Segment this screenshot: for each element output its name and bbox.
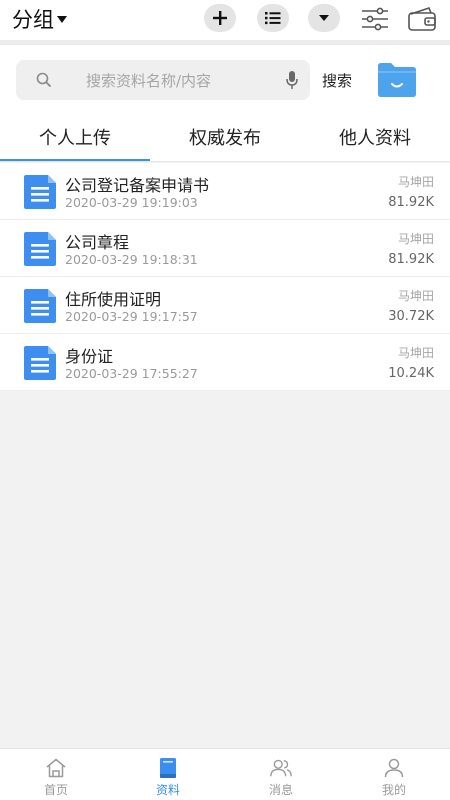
search-button[interactable]: 搜索 (322, 70, 352, 91)
tab-official-release[interactable]: 权威发布 (150, 117, 300, 161)
file-name: 公司登记备案申请书 (65, 176, 210, 195)
caret-down-icon (319, 15, 329, 21)
nav-label: 首页 (43, 783, 68, 797)
microphone-icon[interactable] (286, 70, 298, 90)
active-tab-indicator (0, 159, 150, 161)
sort-dropdown-button[interactable] (308, 4, 340, 32)
file-size: 81.92K (388, 195, 434, 210)
group-label: 分组 (12, 8, 54, 32)
filter-button[interactable] (359, 4, 391, 34)
folder-icon[interactable] (376, 62, 418, 98)
file-row[interactable]: 身份证 2020-03-29 17:55:27 马坤田 10.24K (0, 334, 450, 391)
nav-profile[interactable]: 我的 (338, 749, 450, 800)
file-date: 2020-03-29 19:17:57 (65, 309, 198, 324)
file-size: 10.24K (388, 366, 434, 381)
group-dropdown[interactable]: 分组 (12, 5, 67, 33)
search-icon (36, 72, 52, 88)
nav-files[interactable]: 资料 (112, 749, 224, 800)
nav-label: 我的 (381, 783, 406, 797)
file-size: 30.72K (388, 309, 434, 324)
file-owner: 马坤田 (397, 175, 434, 189)
document-icon (24, 232, 56, 266)
tab-others-files[interactable]: 他人资料 (300, 117, 450, 161)
tab-personal-upload[interactable]: 个人上传 (0, 117, 150, 161)
tab-bar: 个人上传 权威发布 他人资料 (0, 117, 450, 162)
nav-home[interactable]: 首页 (0, 749, 112, 800)
document-icon (24, 175, 56, 209)
file-list: 公司登记备案申请书 2020-03-29 19:19:03 马坤田 81.92K… (0, 163, 450, 391)
file-name: 住所使用证明 (65, 290, 162, 309)
list-view-button[interactable] (257, 4, 289, 32)
book-icon (156, 757, 180, 779)
top-bar: 分组 (0, 0, 450, 40)
search-input[interactable]: 搜索资料名称/内容 (16, 60, 310, 100)
nav-label: 资料 (155, 783, 180, 797)
file-row[interactable]: 公司章程 2020-03-29 19:18:31 马坤田 81.92K (0, 220, 450, 277)
document-icon (24, 346, 56, 380)
sliders-icon (362, 7, 388, 31)
file-owner: 马坤田 (397, 289, 434, 303)
file-size: 81.92K (388, 252, 434, 267)
search-bar: 搜索资料名称/内容 搜索 (0, 45, 450, 117)
file-row[interactable]: 住所使用证明 2020-03-29 19:17:57 马坤田 30.72K (0, 277, 450, 334)
caret-down-icon (57, 15, 67, 23)
document-icon (24, 289, 56, 323)
file-date: 2020-03-29 19:19:03 (65, 195, 198, 210)
add-button[interactable] (204, 4, 236, 32)
wallet-button[interactable] (406, 4, 438, 34)
contacts-icon (269, 757, 293, 779)
file-date: 2020-03-29 17:55:27 (65, 366, 198, 381)
file-row[interactable]: 公司登记备案申请书 2020-03-29 19:19:03 马坤田 81.92K (0, 163, 450, 220)
wallet-icon (408, 7, 436, 31)
file-owner: 马坤田 (397, 232, 434, 246)
nav-label: 消息 (268, 783, 293, 797)
file-date: 2020-03-29 19:18:31 (65, 252, 198, 267)
file-name: 身份证 (65, 347, 114, 366)
file-owner: 马坤田 (397, 346, 434, 360)
file-name: 公司章程 (65, 233, 130, 252)
home-icon (44, 757, 68, 779)
search-placeholder: 搜索资料名称/内容 (86, 72, 212, 90)
plus-icon (213, 11, 227, 25)
bottom-nav: 首页 资料 消息 我的 (0, 748, 450, 800)
user-icon (382, 757, 406, 779)
list-icon (265, 12, 281, 25)
nav-messages[interactable]: 消息 (225, 749, 337, 800)
